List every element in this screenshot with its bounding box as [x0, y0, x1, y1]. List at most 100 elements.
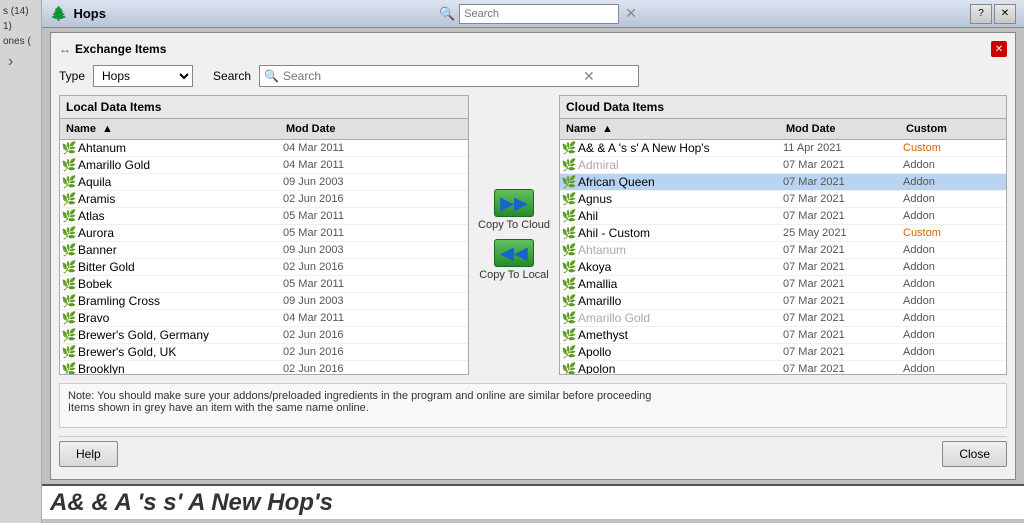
item-date: 02 Jun 2016: [283, 261, 403, 273]
item-name: Apolon: [578, 362, 783, 374]
hop-icon: 🌿: [560, 294, 578, 308]
local-name-header[interactable]: Name ▲: [60, 121, 280, 137]
copy-to-cloud-arrow[interactable]: ▶▶: [494, 189, 534, 217]
table-row[interactable]: 🌿 Bitter Gold 02 Jun 2016: [60, 259, 468, 276]
item-custom: Addon: [903, 363, 983, 374]
table-row[interactable]: 🌿 Aurora 05 Mar 2011: [60, 225, 468, 242]
bottom-ticker: A& & A 's s' A New Hop's: [42, 484, 1024, 519]
item-date: 07 Mar 2021: [783, 363, 903, 374]
table-row[interactable]: 🌿 Bravo 04 Mar 2011: [60, 310, 468, 327]
table-row[interactable]: 🌿 Amallia 07 Mar 2021 Addon: [560, 276, 1006, 293]
title-search-input[interactable]: [459, 4, 619, 24]
table-row[interactable]: 🌿 Ahtanum 04 Mar 2011: [60, 140, 468, 157]
hop-icon: 🌿: [60, 158, 78, 172]
search-icon: 🔍: [264, 69, 279, 83]
cloud-panel: Cloud Data Items Name ▲ Mod Date Custom …: [559, 95, 1007, 375]
hop-icon: 🌿: [560, 260, 578, 274]
item-name: Atlas: [78, 209, 283, 223]
table-row[interactable]: 🌿 Brewer's Gold, Germany 02 Jun 2016: [60, 327, 468, 344]
sidebar-expand-icon[interactable]: ›: [0, 49, 41, 75]
search-clear-icon[interactable]: ✕: [583, 68, 595, 85]
table-row[interactable]: 🌿 Amarillo 07 Mar 2021 Addon: [560, 293, 1006, 310]
table-row[interactable]: 🌿 Atlas 05 Mar 2011: [60, 208, 468, 225]
item-name: Aquila: [78, 175, 283, 189]
table-row[interactable]: 🌿 Amarillo Gold 04 Mar 2011: [60, 157, 468, 174]
table-row[interactable]: 🌿 Akoya 07 Mar 2021 Addon: [560, 259, 1006, 276]
item-name: Admiral: [578, 158, 783, 172]
local-date-header[interactable]: Mod Date: [280, 121, 400, 137]
item-date: 04 Mar 2011: [283, 159, 403, 171]
item-name: Brewer's Gold, UK: [78, 345, 283, 359]
table-row[interactable]: 🌿 Ahtanum 07 Mar 2021 Addon: [560, 242, 1006, 259]
hop-icon: 🌿: [60, 141, 78, 155]
item-date: 07 Mar 2021: [783, 295, 903, 307]
table-row[interactable]: 🌿 Aramis 02 Jun 2016: [60, 191, 468, 208]
item-date: 07 Mar 2021: [783, 244, 903, 256]
window-close-button[interactable]: ✕: [994, 4, 1016, 24]
item-name: Bobek: [78, 277, 283, 291]
hop-icon: 🌿: [60, 311, 78, 325]
copy-to-local-label: Copy To Local: [479, 269, 549, 281]
hop-icon: 🌿: [560, 311, 578, 325]
table-row[interactable]: 🌿 Admiral 07 Mar 2021 Addon: [560, 157, 1006, 174]
item-name: Ahtanum: [578, 243, 783, 257]
copy-to-local-arrow[interactable]: ◀◀: [494, 239, 534, 267]
sidebar-item-2[interactable]: 1): [0, 19, 41, 34]
hop-icon: 🌿: [60, 192, 78, 206]
table-row[interactable]: 🌿 Brewer's Gold, UK 02 Jun 2016: [60, 344, 468, 361]
hop-icon: 🌿: [60, 294, 78, 308]
table-row[interactable]: 🌿 Ahil - Custom 25 May 2021 Custom: [560, 225, 1006, 242]
table-row[interactable]: 🌿 African Queen 07 Mar 2021 Addon: [560, 174, 1006, 191]
table-row[interactable]: 🌿 Apollo 07 Mar 2021 Addon: [560, 344, 1006, 361]
table-row[interactable]: 🌿 Brooklyn 02 Jun 2016: [60, 361, 468, 374]
search-input[interactable]: [283, 69, 583, 83]
table-row[interactable]: 🌿 Aquila 09 Jun 2003: [60, 174, 468, 191]
table-row[interactable]: 🌿 Bobek 05 Mar 2011: [60, 276, 468, 293]
bottom-row: Help Close: [59, 436, 1007, 471]
table-row[interactable]: 🌿 A& & A 's s' A New Hop's 11 Apr 2021 C…: [560, 140, 1006, 157]
copy-to-cloud-group[interactable]: ▶▶ Copy To Cloud: [478, 189, 550, 231]
middle-buttons-area: ▶▶ Copy To Cloud ◀◀ Copy To Local: [469, 95, 559, 375]
title-search-area: 🔍 ✕: [439, 4, 637, 24]
table-row[interactable]: 🌿 Amethyst 07 Mar 2021 Addon: [560, 327, 1006, 344]
hop-icon: 🌿: [560, 192, 578, 206]
title-search-clear[interactable]: ✕: [625, 5, 637, 22]
hop-icon: 🌿: [560, 226, 578, 240]
item-name: Apollo: [578, 345, 783, 359]
help-button[interactable]: Help: [59, 441, 118, 467]
table-row[interactable]: 🌿 Apolon 07 Mar 2021 Addon: [560, 361, 1006, 374]
window-help-button[interactable]: ?: [970, 4, 992, 24]
table-row[interactable]: 🌿 Bramling Cross 09 Jun 2003: [60, 293, 468, 310]
item-date: 02 Jun 2016: [283, 329, 403, 341]
item-date: 07 Mar 2021: [783, 278, 903, 290]
cloud-custom-header[interactable]: Custom: [900, 121, 980, 137]
dialog-close-button[interactable]: ✕: [991, 41, 1007, 57]
copy-to-local-group[interactable]: ◀◀ Copy To Local: [479, 239, 549, 281]
dialog-title: ↔ Exchange Items: [59, 42, 166, 56]
search-label: Search: [213, 69, 251, 83]
item-custom: Addon: [903, 295, 983, 307]
item-name: Bravo: [78, 311, 283, 325]
item-custom: Addon: [903, 210, 983, 222]
item-name: Amethyst: [578, 328, 783, 342]
sidebar-item-3[interactable]: ones (: [0, 34, 41, 49]
local-list-scroll[interactable]: 🌿 Ahtanum 04 Mar 2011 🌿 Amarillo Gold 04…: [60, 140, 468, 374]
cloud-date-header[interactable]: Mod Date: [780, 121, 900, 137]
item-date: 02 Jun 2016: [283, 193, 403, 205]
item-custom: Addon: [903, 329, 983, 341]
table-row[interactable]: 🌿 Agnus 07 Mar 2021 Addon: [560, 191, 1006, 208]
table-row[interactable]: 🌿 Ahil 07 Mar 2021 Addon: [560, 208, 1006, 225]
type-select[interactable]: Hops Yeast Fermentables Misc: [93, 65, 193, 87]
item-name: A& & A 's s' A New Hop's: [578, 141, 783, 155]
cloud-panel-header: Cloud Data Items: [560, 96, 1006, 119]
cloud-name-header[interactable]: Name ▲: [560, 121, 780, 137]
table-row[interactable]: 🌿 Banner 09 Jun 2003: [60, 242, 468, 259]
item-date: 09 Jun 2003: [283, 244, 403, 256]
local-list-header: Name ▲ Mod Date: [60, 119, 468, 140]
table-row[interactable]: 🌿 Amarillo Gold 07 Mar 2021 Addon: [560, 310, 1006, 327]
item-custom: Addon: [903, 193, 983, 205]
sidebar-item-1[interactable]: s (14): [0, 4, 41, 19]
local-name-sort-arrow: ▲: [102, 123, 113, 135]
close-button[interactable]: Close: [942, 441, 1007, 467]
cloud-list-scroll[interactable]: 🌿 A& & A 's s' A New Hop's 11 Apr 2021 C…: [560, 140, 1006, 374]
